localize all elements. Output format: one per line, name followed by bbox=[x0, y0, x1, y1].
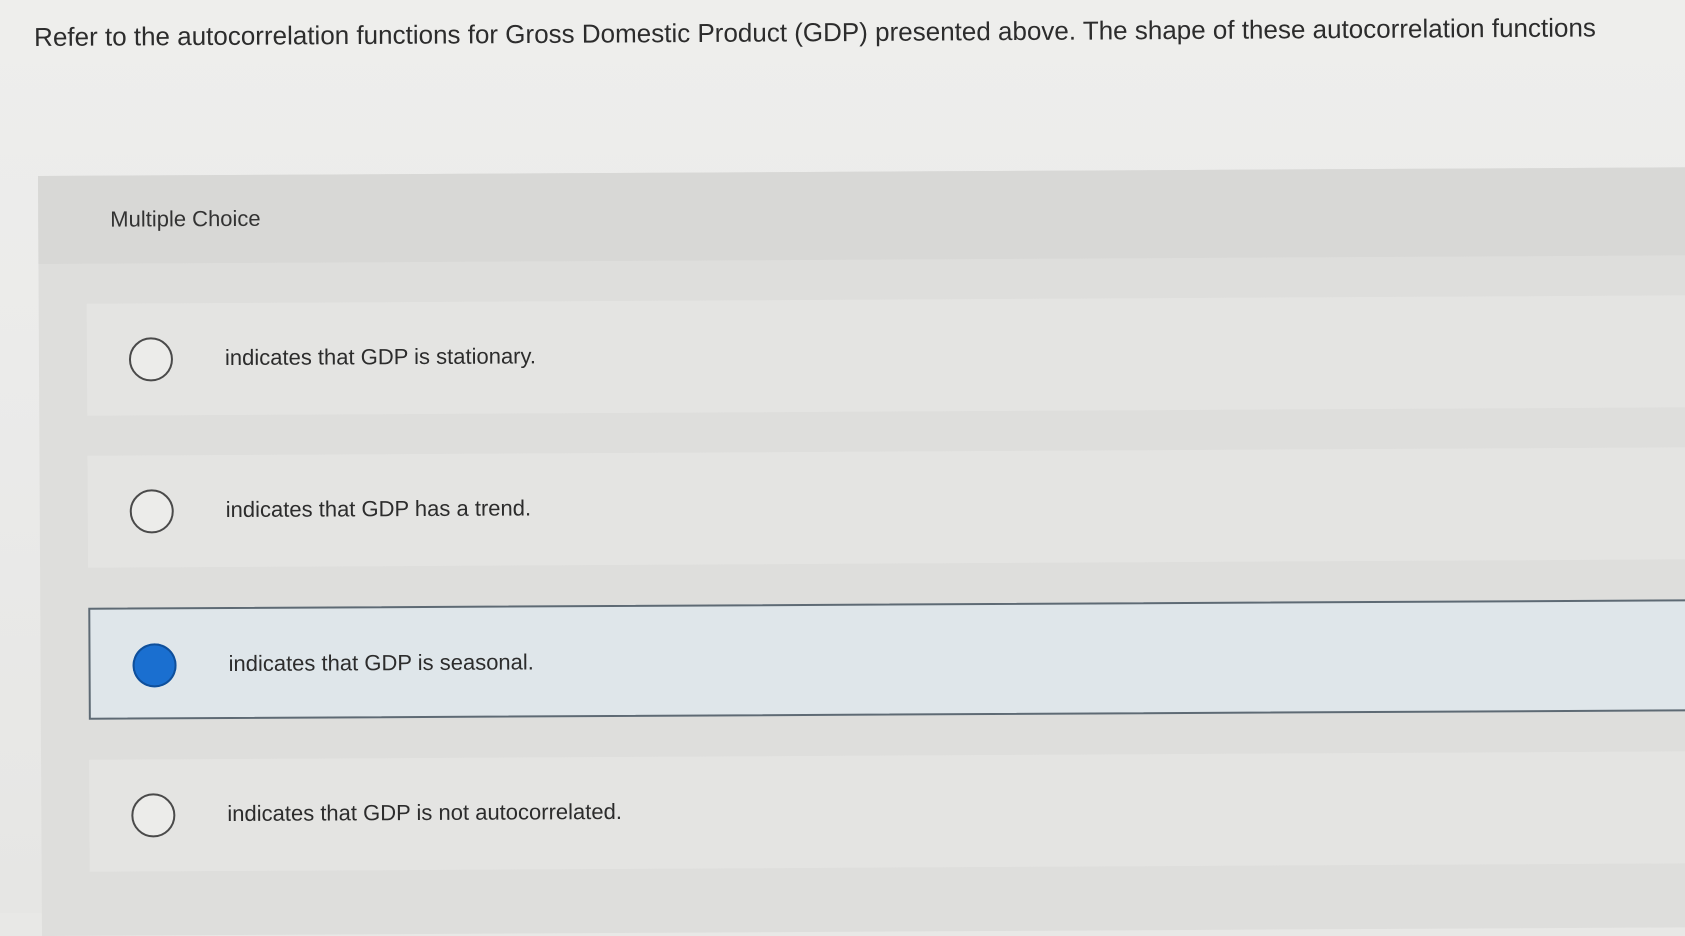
answer-option-3[interactable]: indicates that GDP is seasonal. bbox=[88, 599, 1685, 720]
multiple-choice-panel: Multiple Choice indicates that GDP is st… bbox=[38, 167, 1685, 936]
multiple-choice-title: Multiple Choice bbox=[110, 205, 261, 232]
radio-button-4[interactable] bbox=[131, 793, 176, 838]
answer-option-4[interactable]: indicates that GDP is not autocorrelated… bbox=[89, 751, 1685, 872]
answer-option-label: indicates that GDP is seasonal. bbox=[228, 649, 534, 677]
question-text: Refer to the autocorrelation functions f… bbox=[34, 12, 1596, 52]
answer-option-label: indicates that GDP has a trend. bbox=[225, 495, 532, 523]
answer-option-label: indicates that GDP is not autocorrelated… bbox=[227, 798, 622, 827]
answer-option-label: indicates that GDP is stationary. bbox=[224, 343, 537, 371]
radio-button-3-selected[interactable] bbox=[132, 643, 177, 688]
radio-button-1[interactable] bbox=[128, 337, 174, 382]
radio-button-2[interactable] bbox=[129, 489, 174, 534]
answer-option-1[interactable]: indicates that GDP is stationary. bbox=[86, 295, 1685, 416]
answer-option-2[interactable]: indicates that GDP has a trend. bbox=[87, 447, 1685, 568]
multiple-choice-header: Multiple Choice bbox=[38, 167, 1685, 264]
page: Refer to the autocorrelation functions f… bbox=[0, 0, 1685, 936]
